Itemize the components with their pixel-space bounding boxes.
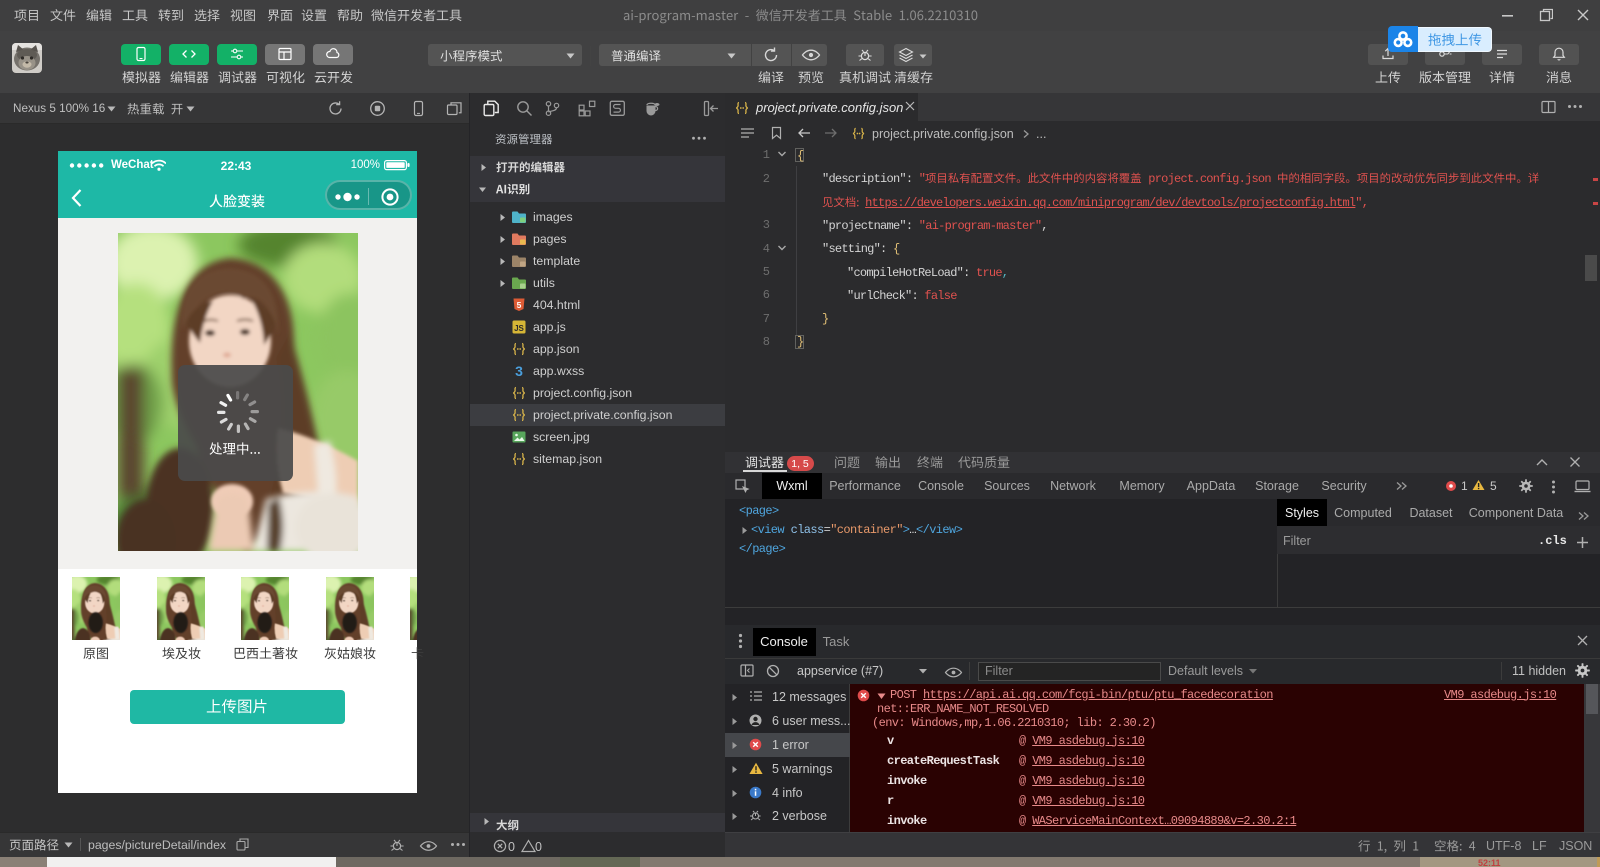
svg-text:3: 3	[515, 363, 523, 379]
svg-text:5: 5	[517, 300, 522, 310]
svg-text:JS: JS	[514, 324, 524, 333]
